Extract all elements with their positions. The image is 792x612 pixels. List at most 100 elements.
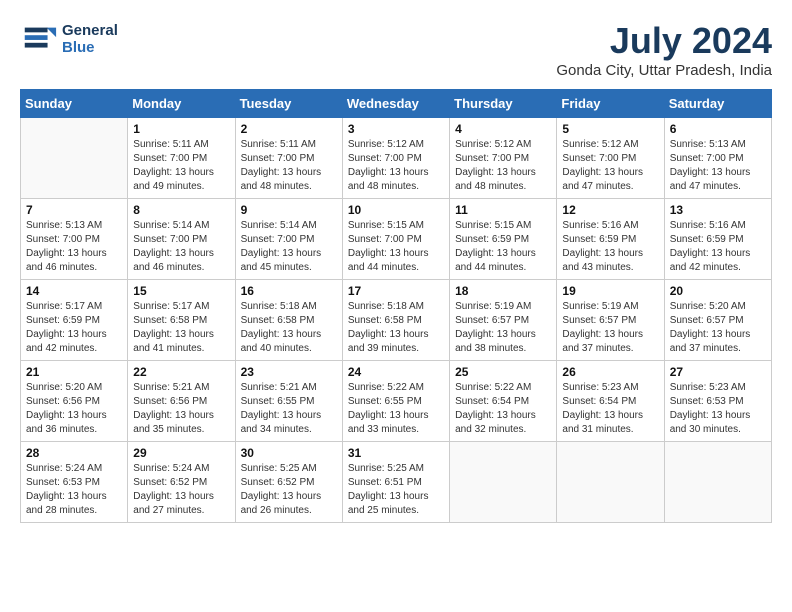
logo-icon	[20, 20, 58, 58]
calendar-cell: 24 Sunrise: 5:22 AMSunset: 6:55 PMDayligh…	[342, 361, 449, 442]
day-number: 29	[133, 446, 229, 460]
calendar-cell	[664, 442, 771, 523]
page-header: General Blue July 2024 Gonda City, Uttar…	[20, 20, 772, 79]
day-number: 23	[241, 365, 337, 379]
day-info: Sunrise: 5:23 AMSunset: 6:53 PMDaylight:…	[670, 381, 766, 437]
title-block: July 2024 Gonda City, Uttar Pradesh, Ind…	[556, 20, 772, 79]
day-number: 15	[133, 284, 229, 298]
column-header-saturday: Saturday	[664, 90, 771, 118]
day-number: 7	[26, 203, 122, 217]
calendar-cell: 27 Sunrise: 5:23 AMSunset: 6:53 PMDayligh…	[664, 361, 771, 442]
day-number: 11	[455, 203, 551, 217]
day-number: 21	[26, 365, 122, 379]
column-header-monday: Monday	[128, 90, 235, 118]
day-info: Sunrise: 5:16 AMSunset: 6:59 PMDaylight:…	[562, 219, 658, 275]
day-info: Sunrise: 5:18 AMSunset: 6:58 PMDaylight:…	[348, 300, 444, 356]
calendar-cell: 17 Sunrise: 5:18 AMSunset: 6:58 PMDayligh…	[342, 280, 449, 361]
day-number: 8	[133, 203, 229, 217]
calendar-week-row: 28 Sunrise: 5:24 AMSunset: 6:53 PMDayligh…	[21, 442, 772, 523]
day-info: Sunrise: 5:23 AMSunset: 6:54 PMDaylight:…	[562, 381, 658, 437]
day-info: Sunrise: 5:13 AMSunset: 7:00 PMDaylight:…	[26, 219, 122, 275]
day-info: Sunrise: 5:24 AMSunset: 6:52 PMDaylight:…	[133, 462, 229, 518]
calendar-cell: 8Sunrise: 5:14 AMSunset: 7:00 PMDaylight…	[128, 199, 235, 280]
day-number: 6	[670, 122, 766, 136]
calendar-cell: 3 Sunrise: 5:12 AMSunset: 7:00 PMDaylight…	[342, 118, 449, 199]
day-info: Sunrise: 5:18 AMSunset: 6:58 PMDaylight:…	[241, 300, 337, 356]
calendar-week-row: 7 Sunrise: 5:13 AMSunset: 7:00 PMDaylight…	[21, 199, 772, 280]
calendar-cell: 19Sunrise: 5:19 AMSunset: 6:57 PMDayligh…	[557, 280, 664, 361]
day-info: Sunrise: 5:15 AMSunset: 7:00 PMDaylight:…	[348, 219, 444, 275]
day-number: 20	[670, 284, 766, 298]
day-info: Sunrise: 5:22 AMSunset: 6:55 PMDaylight:…	[348, 381, 444, 437]
day-number: 12	[562, 203, 658, 217]
day-info: Sunrise: 5:12 AMSunset: 7:00 PMDaylight:…	[348, 138, 444, 194]
day-number: 28	[26, 446, 122, 460]
calendar-cell: 30Sunrise: 5:25 AMSunset: 6:52 PMDayligh…	[235, 442, 342, 523]
day-info: Sunrise: 5:20 AMSunset: 6:57 PMDaylight:…	[670, 300, 766, 356]
day-info: Sunrise: 5:13 AMSunset: 7:00 PMDaylight:…	[670, 138, 766, 194]
day-info: Sunrise: 5:17 AMSunset: 6:58 PMDaylight:…	[133, 300, 229, 356]
calendar-cell	[21, 118, 128, 199]
calendar-cell: 20 Sunrise: 5:20 AMSunset: 6:57 PMDayligh…	[664, 280, 771, 361]
day-info: Sunrise: 5:20 AMSunset: 6:56 PMDaylight:…	[26, 381, 122, 437]
day-number: 9	[241, 203, 337, 217]
day-number: 10	[348, 203, 444, 217]
column-header-thursday: Thursday	[450, 90, 557, 118]
day-info: Sunrise: 5:17 AMSunset: 6:59 PMDaylight:…	[26, 300, 122, 356]
column-header-wednesday: Wednesday	[342, 90, 449, 118]
column-header-tuesday: Tuesday	[235, 90, 342, 118]
day-info: Sunrise: 5:25 AMSunset: 6:51 PMDaylight:…	[348, 462, 444, 518]
calendar-cell: 9Sunrise: 5:14 AMSunset: 7:00 PMDaylight…	[235, 199, 342, 280]
day-number: 27	[670, 365, 766, 379]
column-header-friday: Friday	[557, 90, 664, 118]
day-number: 24	[348, 365, 444, 379]
day-info: Sunrise: 5:11 AMSunset: 7:00 PMDaylight:…	[133, 138, 229, 194]
calendar-cell: 14 Sunrise: 5:17 AMSunset: 6:59 PMDayligh…	[21, 280, 128, 361]
calendar-cell: 23 Sunrise: 5:21 AMSunset: 6:55 PMDayligh…	[235, 361, 342, 442]
calendar-week-row: 1 Sunrise: 5:11 AMSunset: 7:00 PMDaylight…	[21, 118, 772, 199]
calendar-cell: 18 Sunrise: 5:19 AMSunset: 6:57 PMDayligh…	[450, 280, 557, 361]
logo-text: General Blue	[62, 22, 118, 56]
calendar-week-row: 14 Sunrise: 5:17 AMSunset: 6:59 PMDayligh…	[21, 280, 772, 361]
calendar-cell: 6 Sunrise: 5:13 AMSunset: 7:00 PMDaylight…	[664, 118, 771, 199]
day-number: 30	[241, 446, 337, 460]
calendar-cell: 15 Sunrise: 5:17 AMSunset: 6:58 PMDayligh…	[128, 280, 235, 361]
day-number: 16	[241, 284, 337, 298]
location-subtitle: Gonda City, Uttar Pradesh, India	[556, 62, 772, 79]
calendar-week-row: 21 Sunrise: 5:20 AMSunset: 6:56 PMDayligh…	[21, 361, 772, 442]
calendar-cell: 2 Sunrise: 5:11 AMSunset: 7:00 PMDaylight…	[235, 118, 342, 199]
calendar-cell: 16 Sunrise: 5:18 AMSunset: 6:58 PMDayligh…	[235, 280, 342, 361]
day-number: 31	[348, 446, 444, 460]
day-number: 25	[455, 365, 551, 379]
day-info: Sunrise: 5:21 AMSunset: 6:56 PMDaylight:…	[133, 381, 229, 437]
day-number: 1	[133, 122, 229, 136]
calendar-header-row: SundayMondayTuesdayWednesdayThursdayFrid…	[21, 90, 772, 118]
calendar-cell: 22Sunrise: 5:21 AMSunset: 6:56 PMDayligh…	[128, 361, 235, 442]
day-number: 18	[455, 284, 551, 298]
calendar-cell: 1 Sunrise: 5:11 AMSunset: 7:00 PMDaylight…	[128, 118, 235, 199]
month-year-title: July 2024	[556, 20, 772, 62]
day-number: 17	[348, 284, 444, 298]
day-info: Sunrise: 5:16 AMSunset: 6:59 PMDaylight:…	[670, 219, 766, 275]
day-number: 14	[26, 284, 122, 298]
day-number: 4	[455, 122, 551, 136]
day-info: Sunrise: 5:12 AMSunset: 7:00 PMDaylight:…	[455, 138, 551, 194]
day-info: Sunrise: 5:12 AMSunset: 7:00 PMDaylight:…	[562, 138, 658, 194]
day-info: Sunrise: 5:19 AMSunset: 6:57 PMDaylight:…	[562, 300, 658, 356]
calendar-cell: 10 Sunrise: 5:15 AMSunset: 7:00 PMDayligh…	[342, 199, 449, 280]
day-number: 5	[562, 122, 658, 136]
day-info: Sunrise: 5:24 AMSunset: 6:53 PMDaylight:…	[26, 462, 122, 518]
calendar-cell: 21 Sunrise: 5:20 AMSunset: 6:56 PMDayligh…	[21, 361, 128, 442]
calendar-cell: 13Sunrise: 5:16 AMSunset: 6:59 PMDayligh…	[664, 199, 771, 280]
day-number: 2	[241, 122, 337, 136]
day-number: 26	[562, 365, 658, 379]
day-info: Sunrise: 5:19 AMSunset: 6:57 PMDaylight:…	[455, 300, 551, 356]
day-info: Sunrise: 5:21 AMSunset: 6:55 PMDaylight:…	[241, 381, 337, 437]
calendar-cell: 11Sunrise: 5:15 AMSunset: 6:59 PMDayligh…	[450, 199, 557, 280]
logo: General Blue	[20, 20, 118, 58]
day-number: 3	[348, 122, 444, 136]
day-info: Sunrise: 5:11 AMSunset: 7:00 PMDaylight:…	[241, 138, 337, 194]
calendar-cell: 28 Sunrise: 5:24 AMSunset: 6:53 PMDayligh…	[21, 442, 128, 523]
calendar-cell: 4 Sunrise: 5:12 AMSunset: 7:00 PMDaylight…	[450, 118, 557, 199]
calendar-cell	[557, 442, 664, 523]
